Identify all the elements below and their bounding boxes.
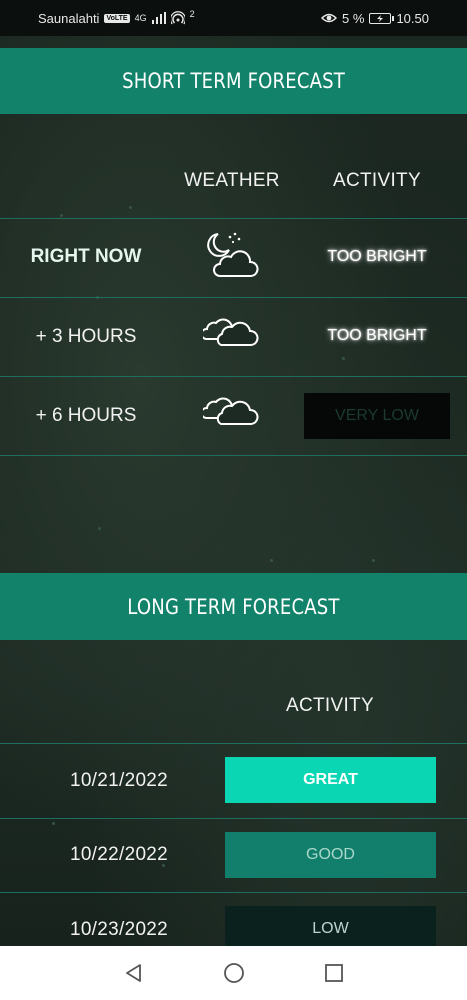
background-star — [129, 206, 132, 209]
system-nav-bar — [0, 946, 467, 1000]
background — [0, 0, 467, 946]
weather-column-header: WEATHER — [184, 170, 280, 191]
background-star — [98, 527, 101, 530]
forecast-date: 10/22/2022 — [69, 844, 169, 865]
background-star — [372, 559, 375, 562]
short-term-title: SHORT TERM FORECAST — [122, 69, 345, 93]
status-bar-left: Saunalahti VoLTE 4G 2 — [38, 8, 195, 26]
long-term-title: LONG TERM FORECAST — [127, 594, 340, 619]
activity-good-badge: GOOD — [225, 832, 436, 878]
clouds-icon — [203, 318, 259, 346]
background-star — [342, 357, 345, 360]
back-triangle-icon — [125, 964, 141, 982]
battery-percent: 5 % — [342, 10, 365, 26]
background-star — [52, 822, 55, 825]
recents-button[interactable] — [322, 961, 346, 985]
row-divider — [0, 218, 467, 219]
forecast-date: 10/21/2022 — [69, 770, 169, 791]
long-term-header: LONG TERM FORECAST — [0, 573, 467, 640]
activity-very-low-badge: VERY LOW — [304, 393, 450, 439]
forecast-time-label: RIGHT NOW — [30, 246, 142, 267]
background-star — [60, 214, 63, 217]
activity-label: GOOD — [306, 846, 355, 863]
row-divider — [0, 818, 467, 819]
row-divider — [0, 743, 467, 744]
recents-square-icon — [324, 964, 343, 982]
row-divider — [0, 376, 467, 377]
status-bar: Saunalahti VoLTE 4G 2 5 % 10.50 — [0, 0, 467, 36]
back-button[interactable] — [122, 961, 146, 985]
signal-icon — [151, 12, 166, 24]
status-bar-right: 5 % 10.50 — [321, 11, 429, 26]
activity-label: LOW — [312, 920, 349, 937]
clouds-icon — [203, 397, 259, 425]
carrier-name: Saunalahti — [38, 10, 100, 26]
eye-comfort-icon — [321, 13, 338, 23]
forecast-date: 10/23/2022 — [69, 919, 169, 940]
short-term-header: SHORT TERM FORECAST — [0, 48, 467, 114]
background-star — [270, 559, 273, 562]
row-divider — [0, 892, 467, 893]
activity-label: TOO BRIGHT — [327, 248, 427, 265]
forecast-time-label: + 6 HOURS — [35, 405, 137, 426]
battery-icon — [369, 12, 395, 24]
activity-great-badge: GREAT — [225, 757, 436, 803]
home-circle-icon — [223, 963, 244, 983]
activity-label: GREAT — [303, 771, 358, 788]
long-term-activity-header: ACTIVITY — [286, 695, 374, 716]
hotspot-icon — [170, 11, 185, 25]
volte-badge: VoLTE — [104, 13, 130, 23]
activity-label: VERY LOW — [335, 407, 419, 424]
home-button[interactable] — [222, 961, 246, 985]
forecast-time-label: + 3 HOURS — [35, 326, 137, 347]
hotspot-count: 2 — [189, 8, 195, 19]
row-divider — [0, 455, 467, 456]
clock: 10.50 — [396, 10, 429, 26]
night-cloud-icon — [207, 232, 259, 277]
activity-column-header: ACTIVITY — [333, 170, 421, 191]
network-type: 4G — [134, 12, 147, 23]
row-divider — [0, 297, 467, 298]
activity-label: TOO BRIGHT — [327, 327, 427, 344]
